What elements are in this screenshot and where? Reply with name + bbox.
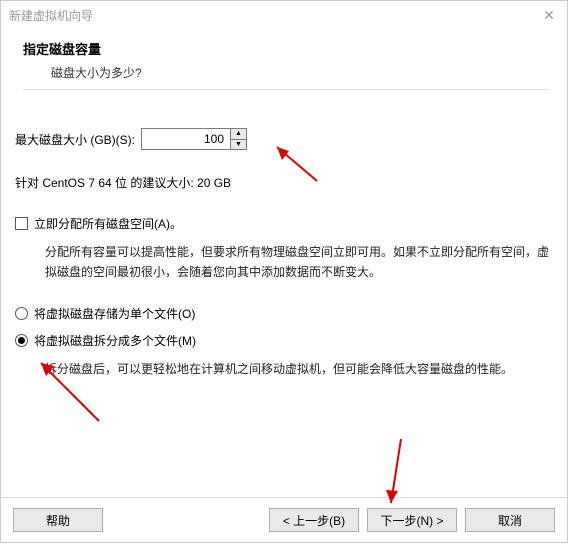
help-button[interactable]: 帮助 (13, 508, 103, 532)
spinner-up-icon[interactable]: ▲ (231, 129, 246, 139)
allocate-now-label: 立即分配所有磁盘空间(A)。 (34, 215, 182, 232)
titlebar: 新建虚拟机向导 ✕ (1, 1, 567, 29)
store-single-radio[interactable] (15, 307, 28, 320)
store-single-row[interactable]: 将虚拟磁盘存储为单个文件(O) (15, 305, 553, 322)
wizard-footer: 帮助 < 上一步(B) 下一步(N) > 取消 (1, 497, 567, 542)
page-subtitle: 磁盘大小为多少? (23, 64, 549, 81)
back-button[interactable]: < 上一步(B) (269, 508, 359, 532)
close-icon[interactable]: ✕ (539, 7, 559, 24)
window-title: 新建虚拟机向导 (9, 7, 539, 24)
disk-size-row: 最大磁盘大小 (GB)(S): ▲ ▼ (15, 128, 553, 150)
divider (23, 89, 549, 90)
allocate-now-row[interactable]: 立即分配所有磁盘空间(A)。 (15, 215, 553, 232)
cancel-button[interactable]: 取消 (465, 508, 555, 532)
store-split-row[interactable]: 将虚拟磁盘拆分成多个文件(M) (15, 332, 553, 349)
disk-size-label: 最大磁盘大小 (GB)(S): (15, 131, 135, 148)
page-title: 指定磁盘容量 (23, 39, 549, 58)
next-button[interactable]: 下一步(N) > (367, 508, 457, 532)
wizard-header: 指定磁盘容量 磁盘大小为多少? (1, 29, 567, 96)
spinner-buttons: ▲ ▼ (230, 129, 246, 149)
allocate-now-checkbox[interactable] (15, 217, 28, 230)
store-split-label: 将虚拟磁盘拆分成多个文件(M) (34, 332, 196, 349)
disk-size-input[interactable] (142, 129, 230, 149)
disk-size-spinner[interactable]: ▲ ▼ (141, 128, 247, 150)
store-split-radio[interactable] (15, 334, 28, 347)
wizard-content: 最大磁盘大小 (GB)(S): ▲ ▼ 针对 CentOS 7 64 位 的建议… (1, 96, 567, 379)
store-single-label: 将虚拟磁盘存储为单个文件(O) (34, 305, 195, 322)
disk-recommendation: 针对 CentOS 7 64 位 的建议大小: 20 GB (15, 174, 553, 191)
wizard-window: 新建虚拟机向导 ✕ 指定磁盘容量 磁盘大小为多少? 最大磁盘大小 (GB)(S)… (0, 0, 568, 543)
split-description: 拆分磁盘后，可以更轻松地在计算机之间移动虚拟机，但可能会降低大容量磁盘的性能。 (45, 359, 553, 379)
spinner-down-icon[interactable]: ▼ (231, 139, 246, 150)
allocate-description: 分配所有容量可以提高性能，但要求所有物理磁盘空间立即可用。如果不立即分配所有空间… (45, 242, 553, 283)
